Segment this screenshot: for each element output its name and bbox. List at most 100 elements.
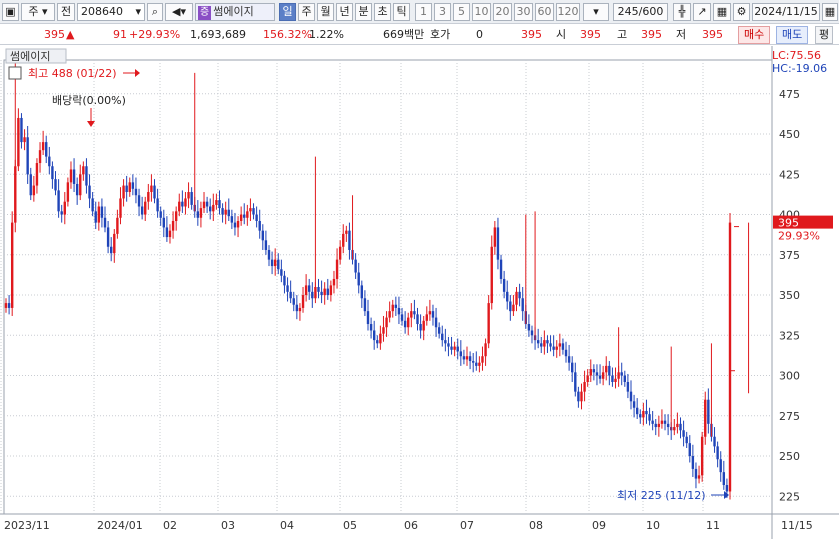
interval-5-button[interactable]: 5 (453, 3, 470, 21)
data-count-field[interactable]: 245/600 (613, 3, 668, 21)
candle-body (363, 298, 367, 312)
candle-body (187, 192, 190, 199)
period-week-tab[interactable]: 주 (298, 3, 315, 21)
x-tick-label: 09 (592, 519, 606, 532)
hc-label: HC:-19.06 (772, 62, 827, 75)
candle-body (332, 278, 336, 286)
candle-body (125, 185, 128, 193)
search-icon[interactable]: ⌕ (147, 3, 163, 21)
date-field[interactable]: 2024/11/15 (752, 3, 820, 21)
prev-button[interactable]: 전 (57, 3, 75, 21)
volume: 1,693,689 (190, 28, 246, 41)
candle-body (713, 436, 716, 447)
chart-type-icon[interactable]: ╬ (673, 3, 691, 21)
calendar-icon[interactable]: ▦ (822, 3, 838, 21)
crosshair-icon[interactable]: ▦ (713, 3, 731, 21)
interval-30-button[interactable]: 30 (514, 3, 533, 21)
period-second-tab[interactable]: 초 (374, 3, 391, 21)
turnover-pct: 1.22% (309, 28, 344, 41)
candle-body (475, 362, 478, 366)
candle-body (348, 230, 351, 250)
candle-body (592, 369, 596, 373)
buy-button[interactable]: 매수 (738, 26, 771, 44)
price-change: 91 (113, 28, 127, 41)
candle-body (150, 185, 153, 193)
candle-body (218, 200, 221, 209)
candle-body (202, 201, 206, 209)
candle-body (184, 198, 187, 207)
candle-body (601, 372, 605, 379)
interval-3-button[interactable]: 3 (434, 3, 451, 21)
gear-icon[interactable]: ⚙ (733, 3, 750, 21)
stock-name-field[interactable]: 증 썸에이지 (195, 3, 275, 21)
y-tick-label: 425 (779, 168, 800, 181)
candle-body (88, 185, 91, 199)
chart-toolbar: ▣ 주 ▾ 전 208640 ▾ ⌕ ◀▾ 증 썸에이지 일 주 월 년 분 초 틱… (0, 0, 839, 24)
period-tick-tab[interactable]: 틱 (393, 3, 410, 21)
x-tick-label: 02 (163, 519, 177, 532)
candle-body (205, 201, 209, 207)
y-tick-label: 325 (779, 329, 800, 342)
candle-body (329, 285, 333, 296)
y-tick-label: 450 (779, 128, 800, 141)
interval-10-button[interactable]: 10 (472, 3, 491, 21)
candle-body (688, 443, 691, 457)
period-minute-tab[interactable]: 분 (355, 3, 372, 21)
candle-body (45, 142, 48, 157)
candle-body (326, 288, 329, 296)
candle-body (413, 311, 416, 315)
interval-20-button[interactable]: 20 (493, 3, 512, 21)
candle-body (94, 211, 97, 223)
hoga-price: 395 (521, 28, 542, 41)
candle-body (558, 343, 562, 347)
legend-series-name: 썸에이지 (10, 50, 50, 63)
candle-body (388, 311, 391, 318)
candle-body (26, 137, 29, 175)
candle-body (277, 259, 280, 270)
candle-body (48, 156, 51, 167)
candle-body (252, 208, 255, 215)
sell-button[interactable]: 매도 (776, 26, 809, 44)
stock-code-input[interactable]: 208640 ▾ (77, 3, 145, 21)
candle-body (106, 227, 110, 247)
candle-body (493, 227, 497, 247)
candle-body (502, 278, 506, 292)
candle-body (122, 185, 125, 199)
chart-menu-icon[interactable]: ▣ (2, 3, 19, 21)
interval-60-button[interactable]: 60 (535, 3, 554, 21)
candle-body (243, 214, 246, 218)
candle-body (518, 291, 521, 299)
candle-body (598, 375, 602, 379)
candle-body (270, 259, 274, 267)
candle-body (478, 362, 481, 366)
interval-1-button[interactable]: 1 (415, 3, 432, 21)
candle-body (72, 169, 76, 184)
candle-body (462, 356, 466, 360)
candle-body (626, 381, 630, 392)
candle-body (14, 166, 17, 223)
period-year-tab[interactable]: 년 (336, 3, 353, 21)
period-month-tab[interactable]: 월 (317, 3, 334, 21)
candle-body (345, 230, 348, 234)
candle-body (85, 166, 88, 186)
candle-body (450, 346, 453, 350)
candle-body (82, 166, 85, 175)
period-day-tab[interactable]: 일 (279, 3, 296, 21)
candle-body (4, 303, 8, 308)
interval-dropdown[interactable]: ▾ (583, 3, 609, 21)
drawing-tool-icon[interactable]: ↗ (693, 3, 711, 21)
x-tick-label: 11/15 (781, 519, 813, 532)
candle-body (639, 414, 642, 418)
interval-120-button[interactable]: 120 (556, 3, 580, 21)
candle-body (215, 200, 218, 205)
market-select[interactable]: 주 ▾ (21, 3, 55, 21)
candle-body (38, 150, 42, 164)
candle-body (617, 372, 620, 379)
hoga-value: 0 (476, 28, 483, 41)
speaker-icon[interactable]: ◀▾ (165, 3, 193, 21)
average-button[interactable]: 평 (815, 26, 834, 44)
candle-body (614, 378, 617, 382)
price-chart[interactable]: 225250275300325350375400425450475 2023/1… (0, 46, 839, 539)
candle-body (465, 356, 469, 360)
candle-body (342, 233, 345, 247)
